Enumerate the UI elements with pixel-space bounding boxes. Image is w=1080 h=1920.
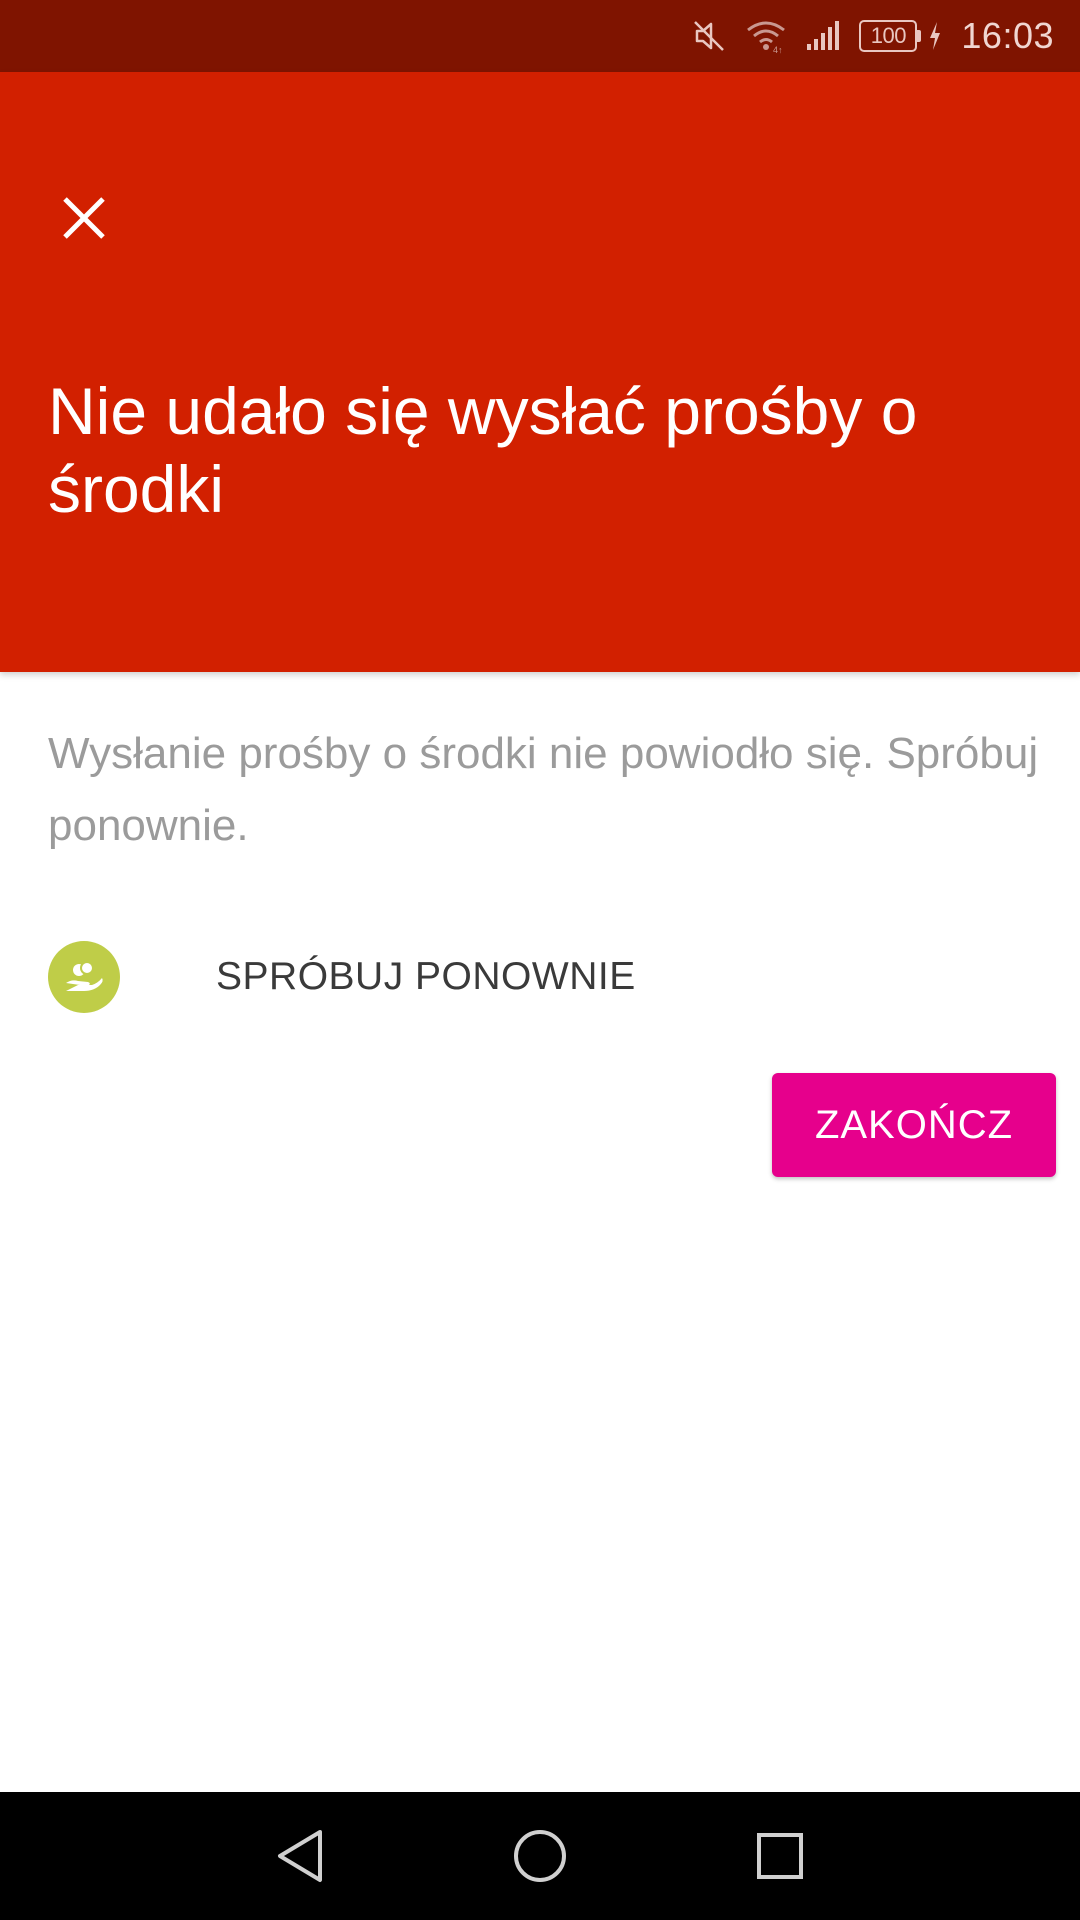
home-icon: [512, 1828, 568, 1889]
recents-button[interactable]: [740, 1818, 820, 1898]
retry-button[interactable]: SPRÓBUJ PONOWNIE: [48, 940, 948, 1014]
battery-level: 100: [859, 20, 918, 52]
navigation-bar: [0, 1792, 1080, 1920]
close-icon: [60, 194, 108, 247]
back-button[interactable]: [260, 1818, 340, 1898]
retry-label: SPRÓBUJ PONOWNIE: [216, 955, 636, 998]
svg-text:4↑: 4↑: [773, 45, 783, 54]
mute-icon: [691, 18, 727, 54]
finish-button[interactable]: ZAKOŃCZ: [772, 1073, 1056, 1177]
error-header: Nie udało się wysłać prośby o środki: [0, 72, 1080, 672]
charging-icon: [927, 20, 943, 52]
hand-coins-icon: [48, 941, 120, 1013]
close-button[interactable]: [44, 180, 124, 260]
status-bar: 4↑ 100 16:03: [0, 0, 1080, 72]
status-time: 16:03: [961, 15, 1054, 56]
screen: 4↑ 100 16:03 Nie udało się wysłać prośby…: [0, 0, 1080, 1920]
signal-icon: [805, 18, 841, 54]
back-icon: [274, 1828, 326, 1889]
home-button[interactable]: [500, 1818, 580, 1898]
wifi-icon: 4↑: [745, 18, 787, 54]
recents-icon: [755, 1831, 805, 1886]
page-title: Nie udało się wysłać prośby o środki: [48, 374, 918, 526]
error-message: Wysłanie prośby o środki nie powiodło si…: [48, 729, 1039, 850]
battery-icon: 100: [859, 20, 922, 52]
